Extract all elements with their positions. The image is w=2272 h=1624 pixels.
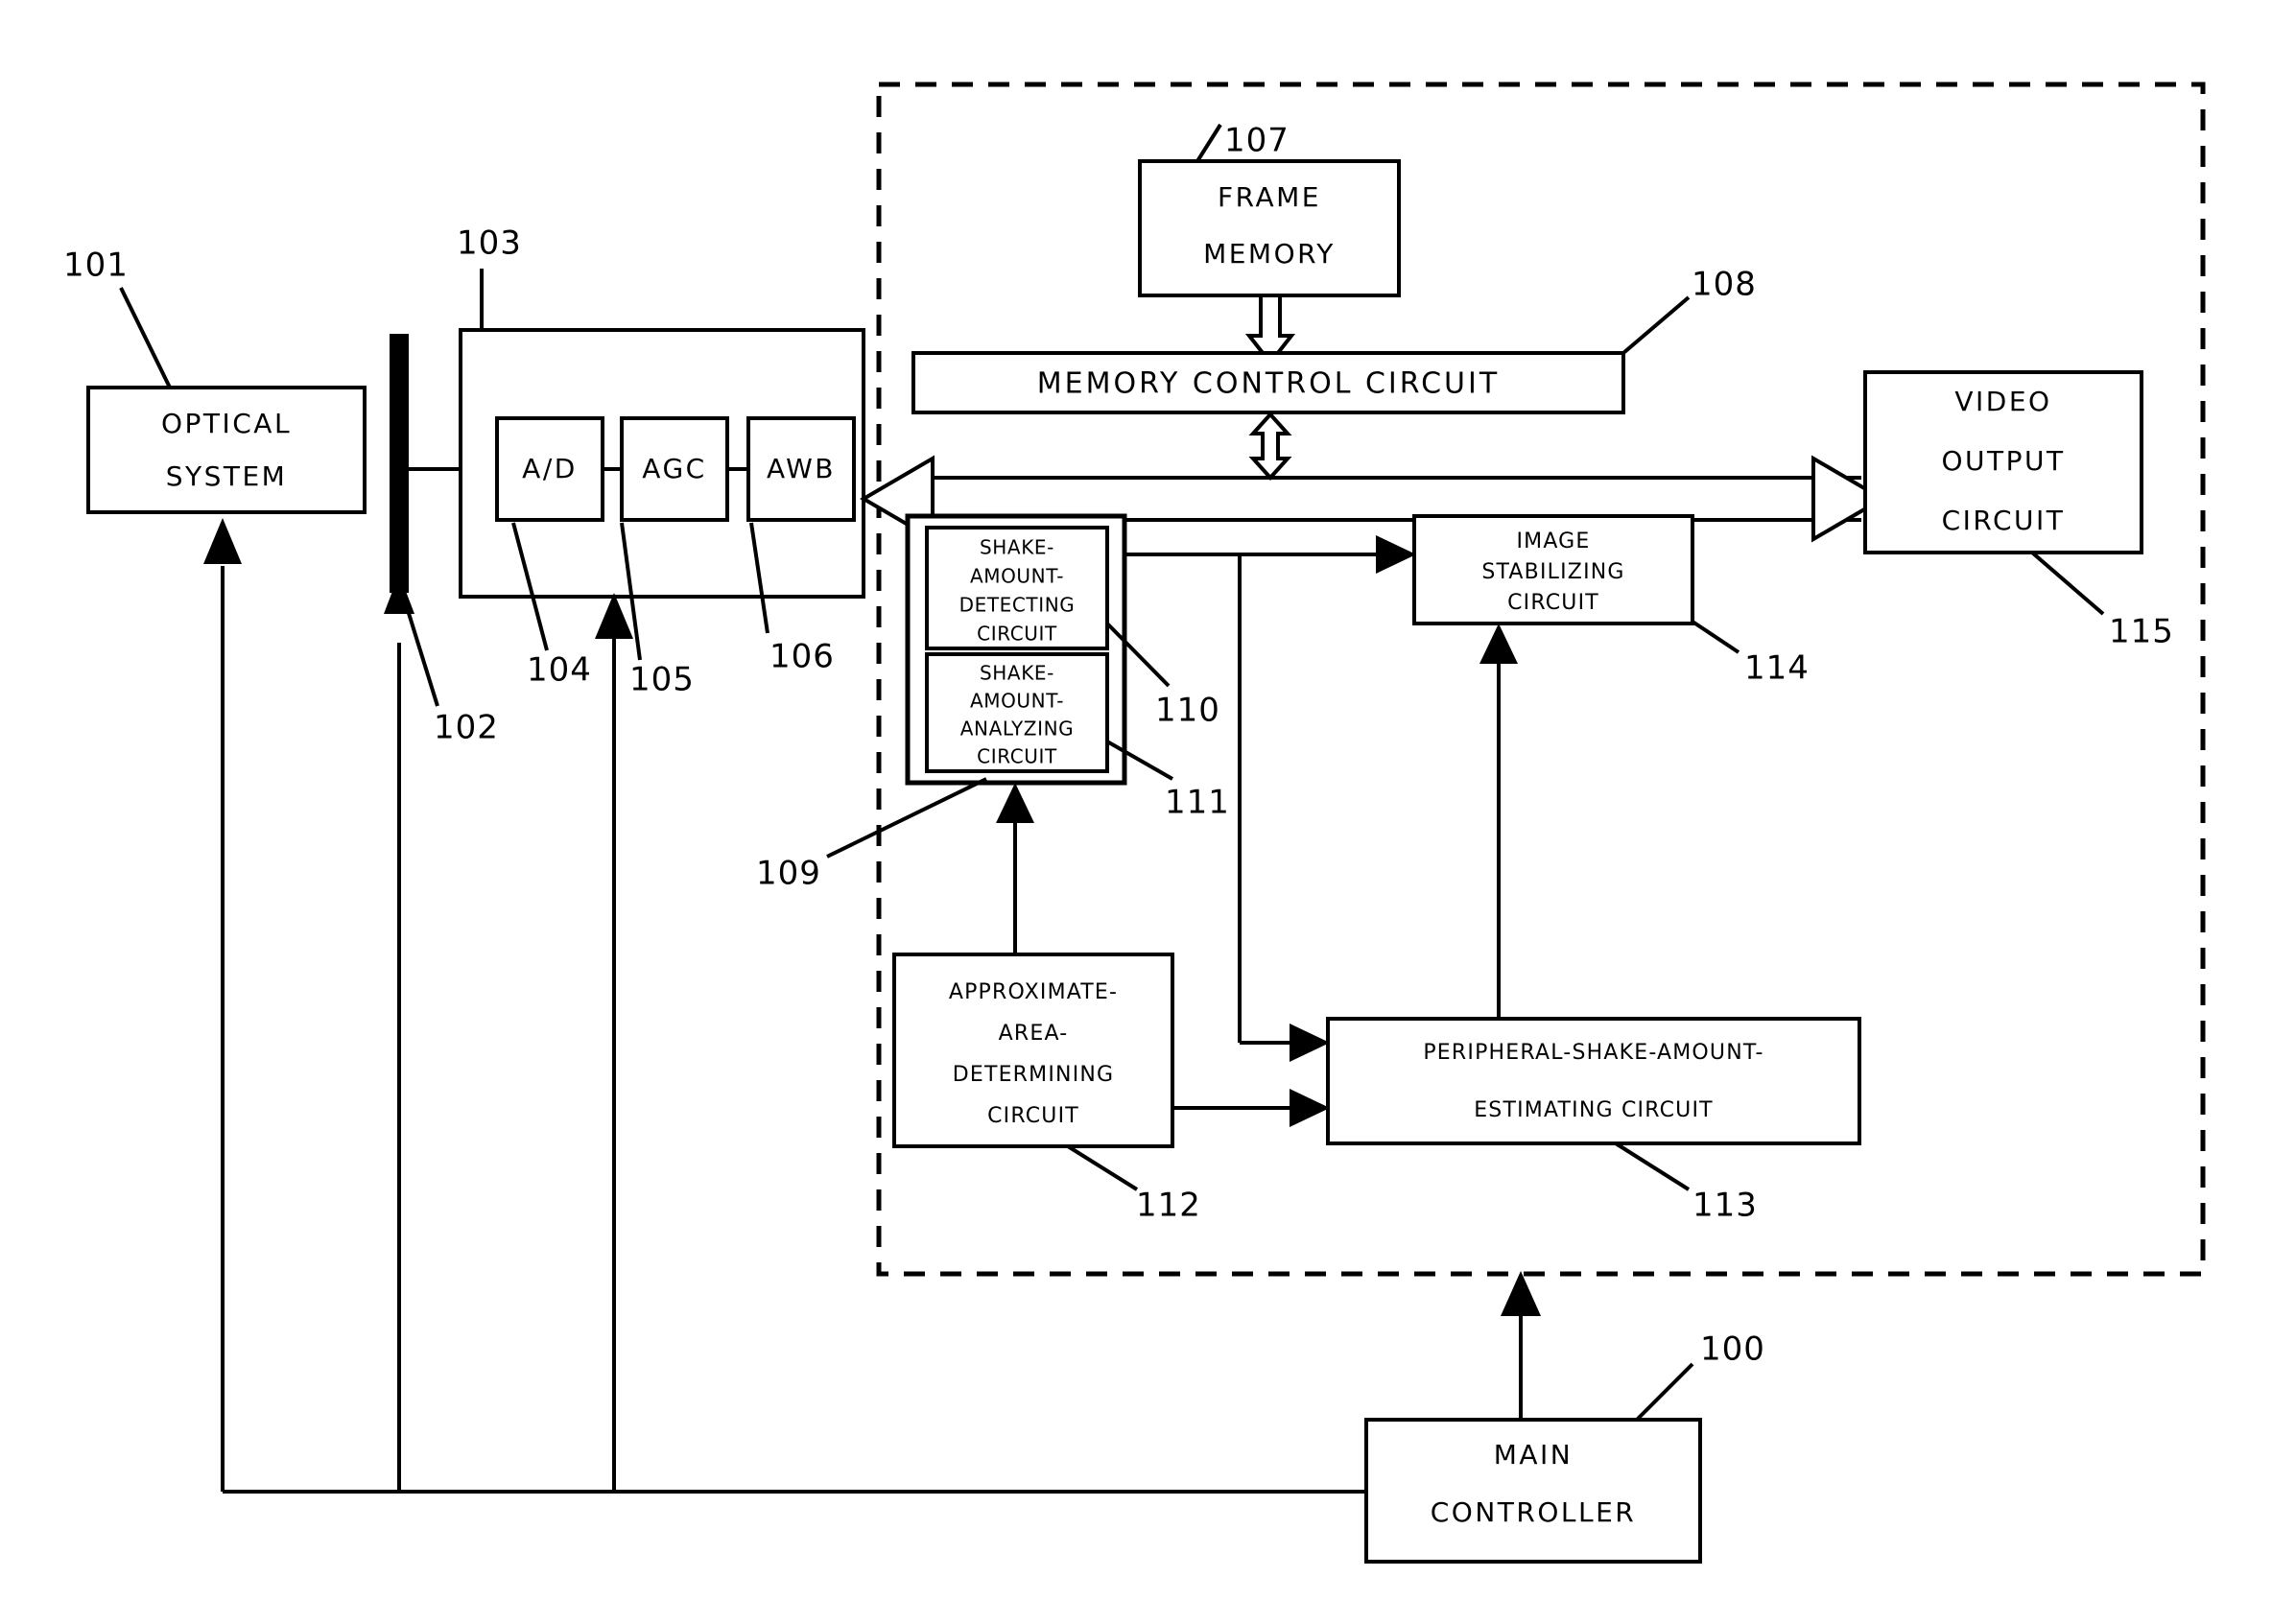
frame-memory-label-line2: MEMORY	[1203, 238, 1336, 270]
peripheral-shake-amount-estimating-circuit-box	[1326, 1017, 1861, 1145]
aad-label-line4: CIRCUIT	[987, 1104, 1079, 1128]
ref-115: 115	[2109, 613, 2174, 651]
aad-label-line1: APPROXIMATE-	[949, 980, 1118, 1004]
aad-label-line2: AREA-	[999, 1022, 1069, 1046]
ref-109: 109	[756, 855, 821, 893]
ref-104: 104	[527, 651, 592, 690]
isc-label-line2: STABILIZING	[1481, 560, 1624, 584]
leader-102	[401, 594, 439, 707]
leader-114	[1691, 620, 1740, 654]
sad-label-line3: DETECTING	[959, 594, 1076, 617]
leader-113	[1614, 1142, 1691, 1191]
optical-system-box	[86, 386, 367, 514]
memory-control-circuit-label: MEMORY CONTROL CIRCUIT	[1037, 367, 1500, 401]
voc-label-line3: CIRCUIT	[1942, 505, 2066, 536]
psae-label-line2: ESTIMATING CIRCUIT	[1474, 1098, 1714, 1122]
sad-to-psae-connection	[1238, 554, 1330, 1062]
figure-canvas: OPTICAL SYSTEM 101 102 103 A/D 104 AGC 1…	[0, 0, 2272, 1624]
ref-101: 101	[63, 247, 129, 285]
main-controller-label-line2: CONTROLLER	[1431, 1496, 1636, 1528]
block-diagram-svg: OPTICAL SYSTEM 101 102 103 A/D 104 AGC 1…	[63, 82, 2206, 1564]
isc-label-line1: IMAGE	[1516, 530, 1590, 553]
ref-108: 108	[1692, 266, 1757, 304]
ref-110: 110	[1155, 692, 1220, 730]
awb-label: AWB	[767, 453, 836, 484]
saa-label-line2: AMOUNT-	[970, 690, 1064, 713]
aad-to-psae-connection	[1172, 1089, 1330, 1127]
ref-102: 102	[434, 709, 499, 747]
saa-label-line1: SHAKE-	[980, 662, 1054, 685]
leader-100	[1635, 1362, 1694, 1422]
sad-label-line1: SHAKE-	[980, 536, 1054, 559]
leader-108	[1621, 295, 1691, 355]
leader-107	[1195, 123, 1222, 163]
ref-105: 105	[629, 661, 695, 699]
voc-label-line1: VIDEO	[1954, 386, 2051, 417]
optical-system-label-line2: SYSTEM	[166, 460, 288, 492]
main-controller-label-line1: MAIN	[1494, 1439, 1574, 1471]
memory-control-to-bus-arrow	[1248, 412, 1292, 481]
aad-label-line3: DETERMINING	[953, 1063, 1115, 1087]
leader-112	[1066, 1144, 1139, 1191]
optical-to-sensor-arrowhead	[384, 574, 414, 614]
frame-memory-label-line1: FRAME	[1218, 181, 1321, 213]
leader-115	[2030, 551, 2105, 616]
isc-label-line3: CIRCUIT	[1507, 591, 1599, 615]
sad-label-line4: CIRCUIT	[977, 623, 1057, 646]
optical-system-label-line1: OPTICAL	[161, 408, 292, 439]
psae-to-isc-connection	[1479, 624, 1518, 1019]
leader-101	[119, 287, 172, 388]
ref-106: 106	[769, 638, 835, 676]
leader-109	[826, 777, 987, 859]
ref-103: 103	[457, 224, 522, 263]
ref-111: 111	[1165, 784, 1230, 822]
ad-converter-label: A/D	[522, 453, 578, 484]
aad-to-saa-connection	[996, 783, 1034, 954]
image-sensor-bar	[390, 334, 409, 593]
ref-107: 107	[1224, 122, 1290, 160]
psae-label-line1: PERIPHERAL-SHAKE-AMOUNT-	[1423, 1041, 1763, 1065]
agc-label: AGC	[642, 453, 706, 484]
saa-label-line4: CIRCUIT	[977, 745, 1057, 768]
ref-113: 113	[1692, 1187, 1758, 1225]
saa-label-line3: ANALYZING	[960, 718, 1075, 741]
voc-label-line2: OUTPUT	[1941, 445, 2065, 477]
sad-label-line2: AMOUNT-	[970, 565, 1064, 588]
ref-112: 112	[1136, 1187, 1201, 1225]
ref-114: 114	[1744, 649, 1810, 688]
sad-to-isc-connection	[1124, 535, 1416, 574]
main-controller-to-unit-connection	[1501, 1271, 1541, 1420]
ref-100: 100	[1700, 1330, 1765, 1369]
